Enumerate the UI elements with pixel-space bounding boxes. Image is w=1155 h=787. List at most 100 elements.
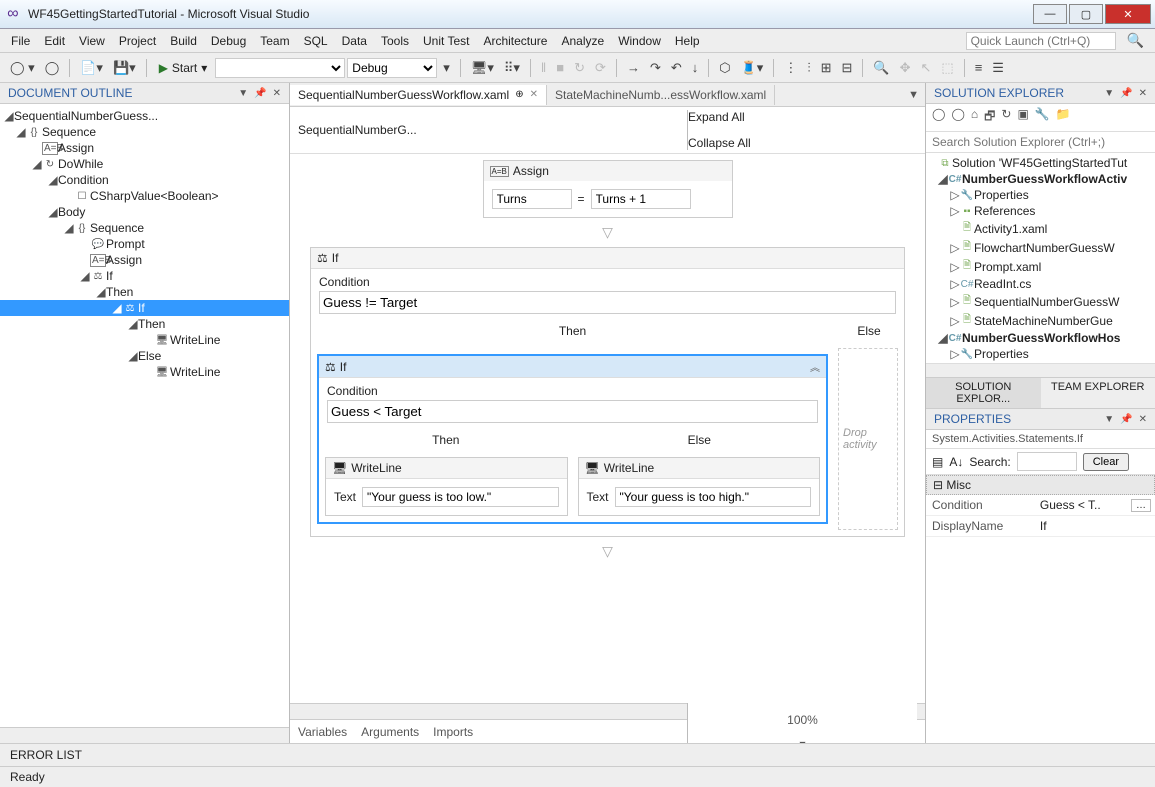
indent-button[interactable]: ≡ <box>971 58 987 77</box>
outline-if1[interactable]: ◢⚖If <box>0 268 289 284</box>
prop-condition-ellipsis-button[interactable]: … <box>1131 499 1151 512</box>
outline-then2[interactable]: ◢Then <box>0 316 289 332</box>
collapse-all-button[interactable]: Collapse All <box>688 136 917 150</box>
zoom-value[interactable]: 100% <box>787 713 818 727</box>
menu-data[interactable]: Data <box>335 32 374 50</box>
se-fwd-icon[interactable]: ◯ <box>951 107 964 128</box>
se-showall-icon[interactable]: 📁 <box>1056 107 1071 128</box>
tab-dropdown-icon[interactable]: ▼ <box>908 89 919 101</box>
imports-tab[interactable]: Imports <box>433 725 473 739</box>
maximize-button[interactable]: ▢ <box>1069 4 1103 24</box>
save-button[interactable]: 💾▾ <box>109 58 140 78</box>
variables-tab[interactable]: Variables <box>298 725 347 739</box>
hex-button[interactable]: ⬡ <box>715 58 734 78</box>
threads-button[interactable]: 🧵▾ <box>737 58 768 78</box>
stepout-button[interactable]: ↶ <box>667 58 686 78</box>
se-sequential[interactable]: ▷🗎SequentialNumberGuessW <box>926 292 1155 311</box>
se-scrollbar[interactable] <box>926 363 1155 377</box>
se-flowchart[interactable]: ▷🗎FlowchartNumberGuessW <box>926 238 1155 257</box>
se-dropdown-icon[interactable]: ▼ <box>1104 88 1114 99</box>
next-bookmark-button[interactable]: ⊟ <box>838 58 857 78</box>
menu-team[interactable]: Team <box>253 32 296 50</box>
if-outer-activity[interactable]: ⚖If Condition Then Else ⚖If︽ Con <box>310 247 905 537</box>
menu-sql[interactable]: SQL <box>297 32 335 50</box>
startup-select[interactable] <box>215 58 345 78</box>
writeline-low-text-input[interactable] <box>362 487 558 507</box>
refresh-button[interactable]: ⟳ <box>591 58 610 78</box>
se-close-icon[interactable]: ✕ <box>1139 88 1147 99</box>
menu-tools[interactable]: Tools <box>374 32 416 50</box>
pan-button[interactable]: ✥ <box>896 58 915 78</box>
props-category-misc[interactable]: ⊟ Misc <box>926 475 1155 495</box>
breadcrumb[interactable]: SequentialNumberG... <box>298 123 417 137</box>
writeline-high-activity[interactable]: 🖥WriteLine Text <box>578 457 821 516</box>
start-button[interactable]: ▶Start▾ <box>153 59 214 77</box>
se-back-icon[interactable]: ◯ <box>932 107 945 128</box>
stop-button[interactable]: ■ <box>552 58 568 77</box>
outline-then1[interactable]: ◢Then <box>0 284 289 300</box>
tab-team-explorer[interactable]: TEAM EXPLORER <box>1041 378 1155 408</box>
browser-button[interactable]: 🖥▾ <box>467 58 498 78</box>
outline-dropdown-icon[interactable]: ▼ <box>238 88 248 99</box>
se-statemachine[interactable]: ▷🗎StateMachineNumberGue <box>926 311 1155 330</box>
new-project-button[interactable]: 📄▾ <box>76 58 107 78</box>
se-activity1[interactable]: 🗎Activity1.xaml <box>926 219 1155 238</box>
menu-file[interactable]: File <box>4 32 37 50</box>
outline-prompt[interactable]: 💬Prompt <box>0 236 289 252</box>
quick-launch-input[interactable] <box>966 32 1116 50</box>
prop-condition-value[interactable]: Guess < T.. <box>1040 498 1101 512</box>
arguments-tab[interactable]: Arguments <box>361 725 419 739</box>
cursor-button[interactable]: ↓ <box>688 58 703 77</box>
outline-writeline1[interactable]: 🖥WriteLine <box>0 332 289 348</box>
outline-pin-icon[interactable]: 📌 <box>254 88 266 99</box>
select-button[interactable]: ↖ <box>917 58 936 78</box>
props-az-icon[interactable]: A↓ <box>949 455 963 469</box>
config-select[interactable]: Debug <box>347 58 437 78</box>
tab-solution-explorer[interactable]: SOLUTION EXPLOR... <box>926 378 1041 408</box>
menu-view[interactable]: View <box>72 32 112 50</box>
outline-close-icon[interactable]: ✕ <box>273 88 281 99</box>
uncomment-button[interactable]: ⫶ <box>803 58 814 78</box>
se-properties2[interactable]: ▷🔧Properties <box>926 346 1155 362</box>
stepinto-button[interactable]: → <box>623 58 644 77</box>
menu-build[interactable]: Build <box>163 32 204 50</box>
se-collapse-icon[interactable]: ▣ <box>1017 107 1028 128</box>
assign-activity[interactable]: A=BAssign = <box>483 160 733 218</box>
outline-if2-selected[interactable]: ◢⚖If <box>0 300 289 316</box>
if-inner-condition-input[interactable] <box>327 400 818 423</box>
outline-writeline2[interactable]: 🖥WriteLine <box>0 364 289 380</box>
se-search-input[interactable] <box>926 132 1155 152</box>
se-sync-icon[interactable]: 🗗 <box>984 107 995 128</box>
outline-condition[interactable]: ◢Condition <box>0 172 289 188</box>
se-project2[interactable]: ◢C#NumberGuessWorkflowHos <box>926 330 1155 346</box>
nav-forward-button[interactable]: ◯ <box>41 58 64 78</box>
find-button[interactable]: 🔍 <box>869 58 893 78</box>
outline-else2[interactable]: ◢Else <box>0 348 289 364</box>
menu-project[interactable]: Project <box>112 32 163 50</box>
extension-button[interactable]: ⠿▾ <box>500 58 524 78</box>
props-clear-button[interactable]: Clear <box>1083 453 1129 471</box>
if-outer-condition-input[interactable] <box>319 291 896 314</box>
tab-close-icon[interactable]: ✕ <box>530 89 538 100</box>
pointer-button[interactable]: ⬚ <box>937 58 957 78</box>
collapse-icon[interactable]: ︽ <box>810 359 820 374</box>
close-button[interactable]: ✕ <box>1105 4 1151 24</box>
tab-sequential[interactable]: SequentialNumberGuessWorkflow.xaml⊕✕ <box>290 85 547 105</box>
outline-assign2[interactable]: A=BAssign <box>0 252 289 268</box>
props-close-icon[interactable]: ✕ <box>1139 414 1147 425</box>
outline-csharp[interactable]: ☐CSharpValue<Boolean> <box>0 188 289 204</box>
outline-dowhile[interactable]: ◢↻DoWhile <box>0 156 289 172</box>
props-cat-icon[interactable]: ▤ <box>932 455 943 469</box>
outline-scrollbar[interactable] <box>0 727 289 743</box>
menu-help[interactable]: Help <box>668 32 707 50</box>
restart-button[interactable]: ↻ <box>570 58 589 78</box>
outdent-button[interactable]: ☰ <box>988 58 1008 78</box>
props-pin-icon[interactable]: 📌 <box>1120 414 1132 425</box>
drop-activity-zone[interactable]: Drop activity <box>838 348 898 530</box>
nav-back-button[interactable]: ◯ ▾ <box>6 58 39 78</box>
bookmark-button[interactable]: ⊞ <box>817 58 836 78</box>
search-icon[interactable]: 🔍 <box>1120 30 1151 51</box>
outline-body[interactable]: ◢Body <box>0 204 289 220</box>
se-properties[interactable]: ▷🔧Properties <box>926 187 1155 203</box>
pause-button[interactable]: ‖ <box>537 58 550 77</box>
